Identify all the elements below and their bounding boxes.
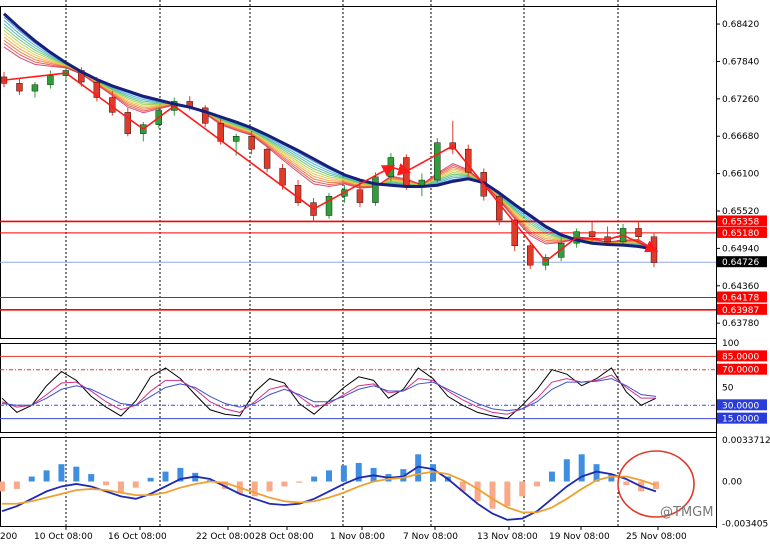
macd-bar-8 (117, 481, 124, 493)
macd-bar-18 (266, 481, 273, 492)
candle-body-2 (31, 84, 39, 92)
price-tick-label-2: 0.67260 (722, 95, 759, 105)
level-label-2: 0.64178 (722, 294, 759, 304)
macd-bar-33 (489, 481, 496, 509)
macd-bar-34 (504, 481, 511, 507)
stochastic-panel (0, 355, 716, 420)
macd-bar-9 (132, 481, 139, 488)
price-tick-label-7: 0.64360 (722, 282, 759, 292)
macd-bar-38 (563, 459, 570, 482)
chart-canvas: 0.684200.678400.672600.666800.661000.655… (0, 0, 770, 542)
price-tick-label-6: 0.64940 (722, 244, 759, 254)
stoch-level-label-1: 70.0000 (722, 366, 759, 376)
candle-body-1 (16, 83, 23, 92)
grid (0, 0, 717, 528)
price-tick-label-0: 0.68420 (722, 20, 759, 30)
stoch-tick-label-1: 50 (722, 384, 734, 394)
level-label-0: 0.65358 (722, 217, 759, 227)
ribbon-line-9 (3, 46, 655, 250)
date-label-1: 16 Oct 08:00 (108, 532, 167, 542)
candle-body-41 (635, 228, 642, 237)
price-tick-label-1: 0.67840 (722, 57, 759, 67)
analysis-arrow-0 (3, 72, 66, 81)
date-label-6: 13 Nov 08:00 (477, 532, 538, 542)
candle-body-3 (47, 75, 54, 85)
macd-bar-21 (311, 476, 318, 482)
macd-bar-36 (534, 481, 541, 487)
macd-tick-label-1: 0.00 (722, 478, 742, 488)
date-label-partial: 200 (0, 532, 17, 542)
stoch-line-2 (1, 378, 657, 412)
macd-bar-6 (88, 474, 95, 482)
macd-bar-0 (0, 481, 5, 492)
stoch-level-label-0: 85.0000 (722, 352, 759, 362)
macd-tick-label-0: 0.0033712 (722, 436, 770, 446)
stoch-level-label-2: 30.0000 (722, 401, 759, 411)
macd-panel (0, 450, 695, 521)
macd-bar-1 (13, 481, 20, 489)
macd-bar-10 (147, 477, 154, 482)
price-tick-label-4: 0.66100 (722, 170, 759, 180)
watermark: @TMGM (660, 505, 713, 520)
price-panel (0, 12, 716, 311)
candle-body-16 (248, 136, 255, 150)
date-label-3: 28 Oct 08:00 (255, 532, 314, 542)
date-label-2: 22 Oct 08:00 (196, 532, 255, 542)
price-tick-label-3: 0.66680 (722, 132, 759, 142)
level-label-3: 0.63987 (722, 306, 759, 316)
stoch-level-label-3: 15.0000 (722, 415, 759, 425)
macd-bar-42 (623, 481, 630, 486)
macd-bar-37 (548, 471, 555, 482)
date-label-8: 25 Nov 08:00 (626, 532, 687, 542)
analysis-arrow-7 (452, 145, 547, 262)
stoch-line-1 (1, 374, 656, 415)
macd-bar-4 (58, 464, 65, 482)
date-label-5: 7 Nov 08:00 (403, 532, 458, 542)
candle-body-24 (372, 176, 379, 203)
current-price-label: 0.64726 (722, 258, 759, 268)
candle-body-38 (588, 231, 596, 237)
macd-bar-35 (519, 481, 526, 497)
macd-bar-3 (43, 470, 50, 482)
macd-bar-19 (281, 481, 288, 487)
date-label-4: 1 Nov 08:00 (330, 532, 385, 542)
candle-body-23 (356, 189, 364, 203)
macd-bar-2 (28, 476, 35, 482)
macd-bar-5 (73, 466, 80, 482)
candle-body-17 (263, 148, 271, 169)
stoch-tick-label-0: 100 (722, 339, 739, 349)
macd-bar-20 (296, 481, 303, 483)
date-label-0: 10 Oct 08:00 (34, 532, 93, 542)
price-tick-label-8: 0.63780 (722, 319, 759, 329)
price-frame (0, 6, 717, 339)
candle-body-34 (526, 245, 534, 266)
macd-bar-22 (326, 470, 332, 482)
candle-body-27 (418, 179, 426, 186)
macd-bar-7 (103, 481, 110, 486)
macd-bar-23 (340, 465, 347, 482)
level-label-1: 0.65180 (722, 229, 759, 239)
candle-body-18 (279, 168, 286, 186)
macd-tick-label-2: -0.003405 (722, 520, 768, 530)
date-label-7: 19 Nov 08:00 (549, 532, 610, 542)
candle-body-28 (434, 142, 441, 181)
macd-bar-11 (162, 471, 169, 482)
candle-body-15 (232, 136, 240, 142)
